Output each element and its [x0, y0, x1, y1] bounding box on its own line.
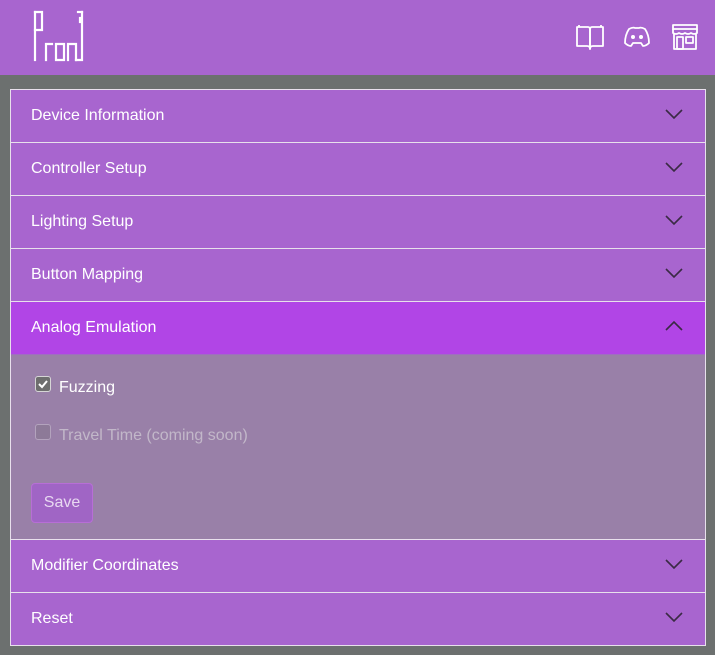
- book-icon[interactable]: [575, 22, 605, 52]
- chevron-up-icon: [665, 320, 683, 332]
- store-icon[interactable]: [670, 22, 700, 52]
- brand-logo-icon[interactable]: [32, 10, 86, 64]
- accordion-header-lighting-setup[interactable]: Lighting Setup: [11, 196, 705, 248]
- chevron-down-icon: [665, 108, 683, 120]
- accordion-header-reset[interactable]: Reset: [11, 593, 705, 645]
- fuzzing-checkbox[interactable]: [35, 376, 51, 392]
- top-bar: [0, 0, 715, 75]
- accordion-header-controller-setup[interactable]: Controller Setup: [11, 143, 705, 195]
- travel-time-checkbox[interactable]: [35, 424, 51, 440]
- accordion-title: Device Information: [31, 107, 165, 124]
- chevron-down-icon: [665, 611, 683, 623]
- accordion-header-modifier-coordinates[interactable]: Modifier Coordinates: [11, 540, 705, 592]
- accordion-header-analog-emulation[interactable]: Analog Emulation: [11, 302, 705, 354]
- accordion-title: Modifier Coordinates: [31, 557, 179, 574]
- save-button[interactable]: Save: [31, 483, 93, 523]
- discord-icon[interactable]: [622, 22, 652, 52]
- accordion-title: Lighting Setup: [31, 213, 134, 230]
- accordion-item-analog-emulation: Analog Emulation Fuzzing Travel Time (co…: [11, 302, 705, 540]
- accordion-header-device-information[interactable]: Device Information: [11, 90, 705, 142]
- accordion-item-button-mapping: Button Mapping: [11, 249, 705, 302]
- settings-accordion: Device Information Controller Setup Ligh…: [10, 89, 706, 646]
- chevron-down-icon: [665, 267, 683, 279]
- accordion-header-button-mapping[interactable]: Button Mapping: [11, 249, 705, 301]
- accordion-title: Button Mapping: [31, 266, 144, 283]
- accordion-item-lighting-setup: Lighting Setup: [11, 196, 705, 249]
- travel-time-label: Travel Time (coming soon): [59, 427, 248, 444]
- chevron-down-icon: [665, 214, 683, 226]
- chevron-down-icon: [665, 161, 683, 173]
- accordion-title: Controller Setup: [31, 160, 147, 177]
- accordion-item-device-information: Device Information: [11, 90, 705, 143]
- accordion-title: Reset: [31, 610, 73, 627]
- accordion-item-controller-setup: Controller Setup: [11, 143, 705, 196]
- accordion-item-reset: Reset: [11, 593, 705, 645]
- accordion-item-modifier-coordinates: Modifier Coordinates: [11, 540, 705, 593]
- fuzzing-label: Fuzzing: [59, 379, 116, 396]
- accordion-title: Analog Emulation: [31, 319, 157, 336]
- analog-emulation-panel: Fuzzing Travel Time (coming soon) Save: [11, 354, 705, 539]
- chevron-down-icon: [665, 558, 683, 570]
